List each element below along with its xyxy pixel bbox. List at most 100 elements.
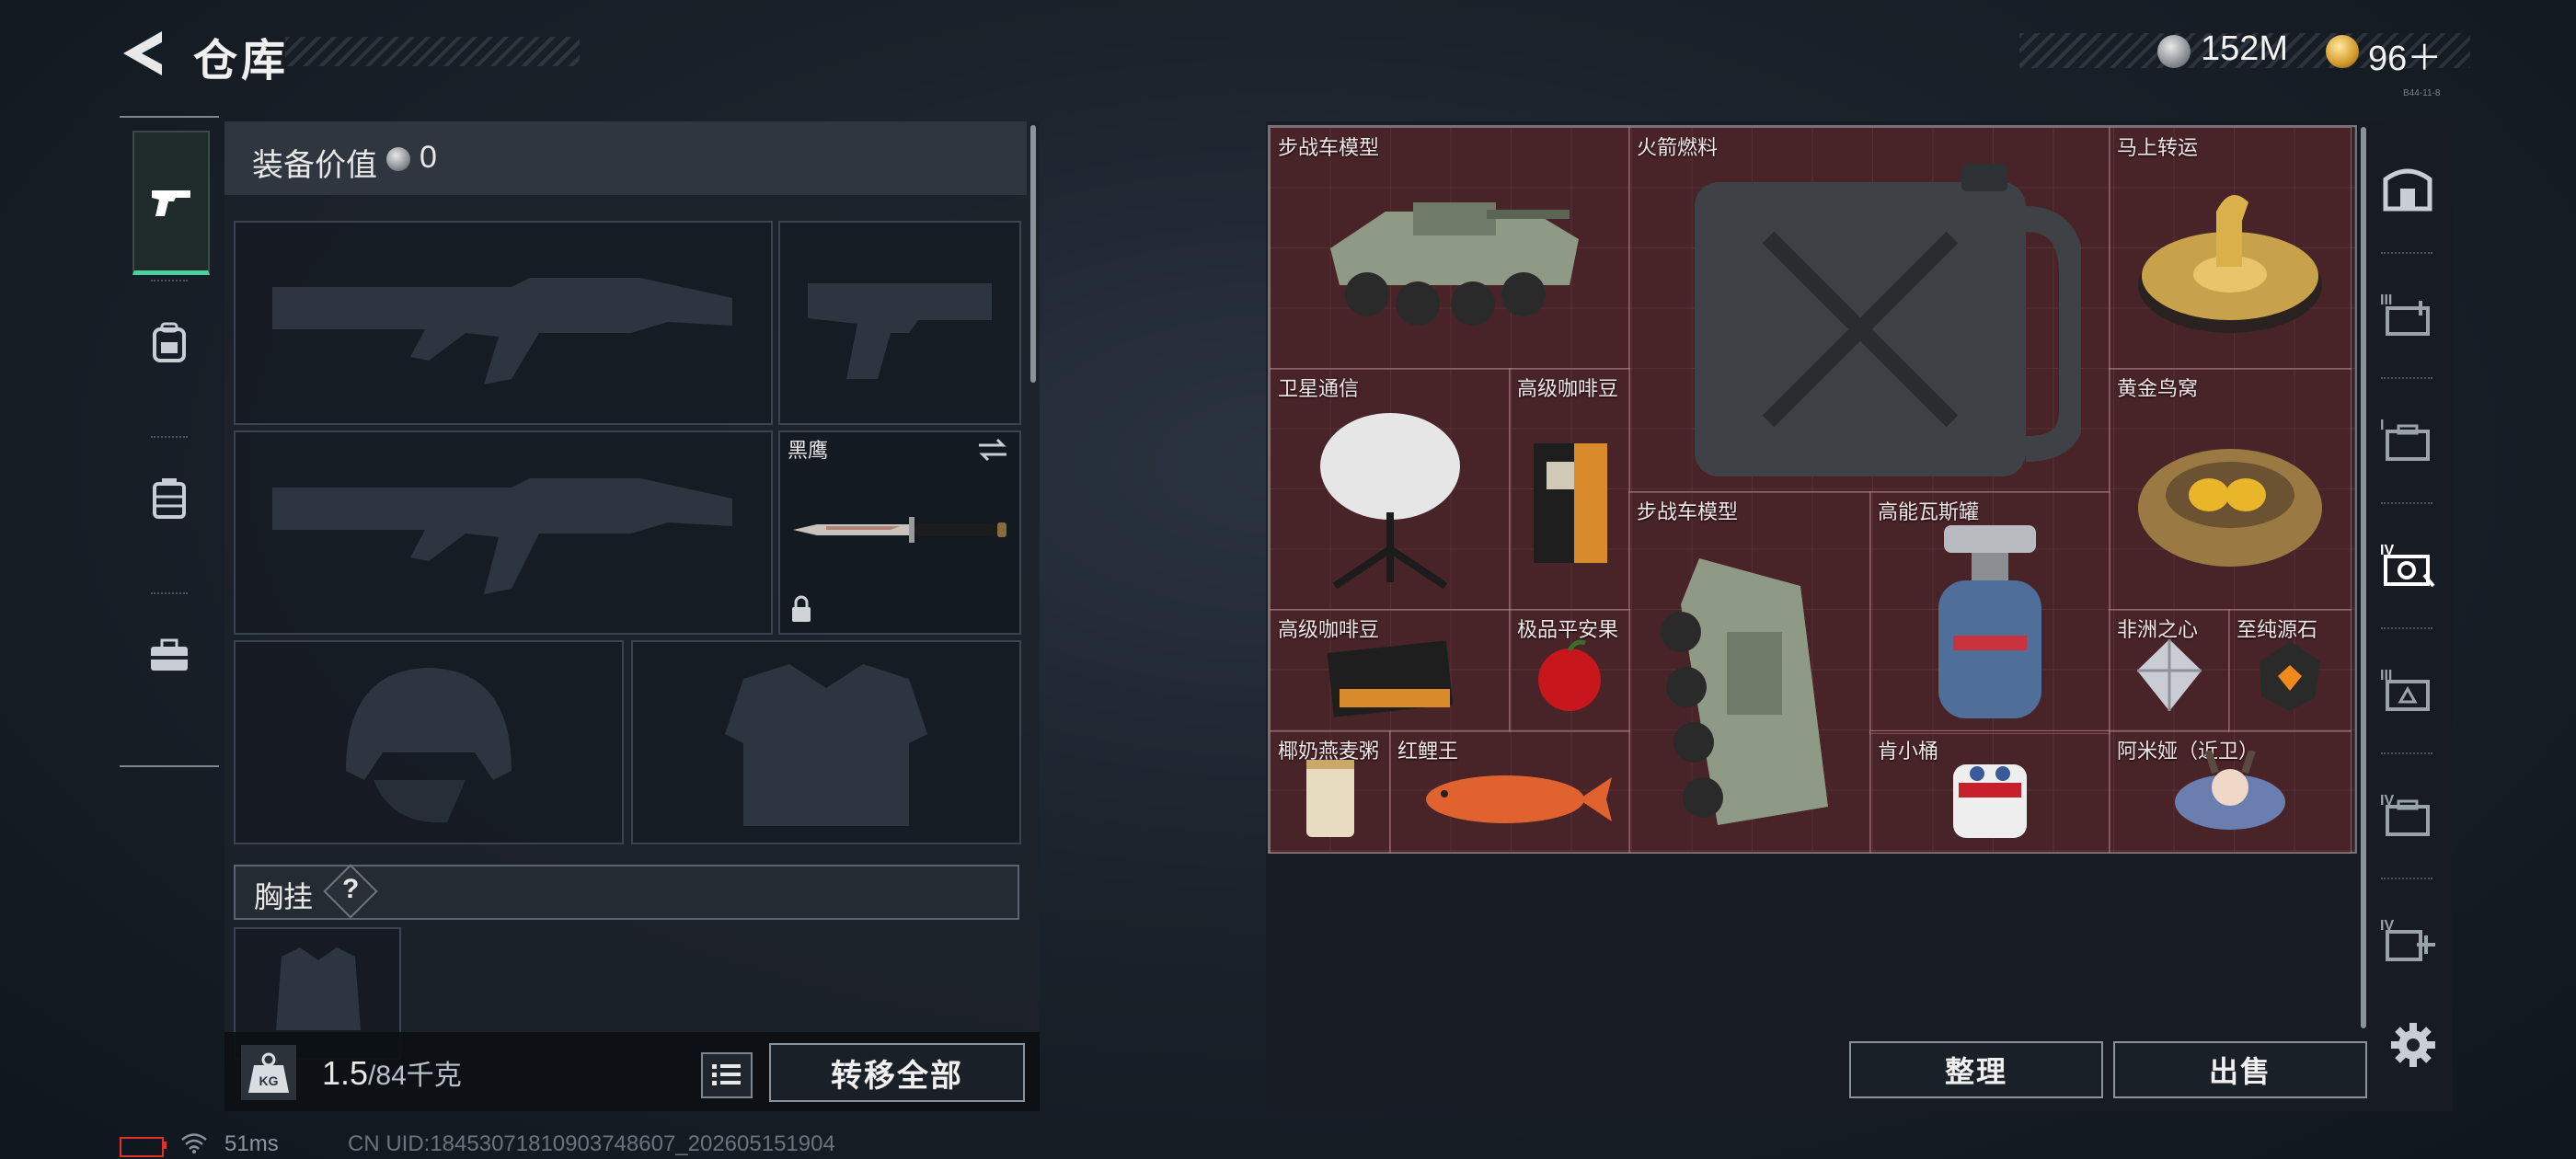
storage-item[interactable]: 卫星通信 xyxy=(1270,368,1511,611)
pistol-slot[interactable] xyxy=(778,221,1021,425)
primary-weapon-slot-1[interactable] xyxy=(234,221,773,425)
nav-safe-box[interactable] xyxy=(2375,156,2440,221)
sell-button[interactable]: 出售 xyxy=(2113,1041,2367,1098)
back-arrow-icon[interactable] xyxy=(120,28,166,79)
svg-text:I: I xyxy=(2380,418,2384,433)
weight-bar: KG 1.5/84千克 转移全部 xyxy=(224,1032,1040,1111)
nav-weapons[interactable] xyxy=(132,131,210,275)
red-carp-icon xyxy=(1426,775,1612,824)
equipment-category-nav xyxy=(120,116,219,767)
weight-kg-icon: KG xyxy=(241,1045,296,1100)
transfer-all-button[interactable]: 转移全部 xyxy=(769,1043,1025,1102)
item-label: 黄金鸟窝 xyxy=(2117,377,2199,400)
ifv-model-icon xyxy=(1661,557,1828,825)
coffee-bag-icon xyxy=(1534,443,1607,564)
level-4-add-icon: IV xyxy=(2380,918,2435,961)
level-4-storage-icon: IV xyxy=(2380,793,2430,836)
chest-rig-icon xyxy=(153,478,186,519)
storage-item[interactable]: 高级咖啡豆 xyxy=(1509,368,1630,611)
golden-nest-icon xyxy=(2138,449,2322,568)
storage-item[interactable]: 至纯源石 xyxy=(2228,609,2352,732)
nav-separator xyxy=(2381,502,2432,504)
level-1-storage-icon: I xyxy=(2380,418,2430,461)
level-3-storage-icon-b: III xyxy=(2380,668,2430,711)
rifle-silhouette-icon xyxy=(272,478,732,594)
gold-currency-value[interactable]: 96＋ xyxy=(2368,29,2442,80)
melee-weapon-slot[interactable]: 黑鹰 xyxy=(778,430,1021,635)
nav-level-4-camera-storage[interactable]: IV xyxy=(2375,532,2440,596)
equipment-value: 0 xyxy=(420,140,437,175)
nav-backpack[interactable] xyxy=(132,274,206,412)
list-view-button[interactable] xyxy=(701,1052,753,1098)
body-armor-slot[interactable] xyxy=(631,640,1021,844)
svg-text:III: III xyxy=(2380,293,2392,308)
user-uid: CN UID:18453071810903748607_202605151904 xyxy=(348,1131,835,1156)
storage-item[interactable]: 红鲤王 xyxy=(1389,730,1630,854)
lock-icon xyxy=(792,595,811,622)
item-label: 步战车模型 xyxy=(1637,500,1739,523)
oat-porridge-can-icon xyxy=(1306,760,1354,838)
gold-horse-token-icon xyxy=(2138,195,2322,334)
storage-item[interactable]: 高级咖啡豆 xyxy=(1270,609,1511,732)
weight-current: 1.5 xyxy=(322,1054,369,1092)
sort-button[interactable]: 整理 xyxy=(1849,1041,2103,1098)
toolbox-icon xyxy=(151,638,188,671)
wifi-icon xyxy=(181,1133,207,1153)
storage-item[interactable]: 黄金鸟窝 xyxy=(2109,368,2352,611)
storage-panel: 步战车模型 火箭燃料 马上转运 卫星通信 高级咖啡豆 黄金鸟窝 步战车模型 高能… xyxy=(1266,121,2453,1111)
help-question-mark: ? xyxy=(342,874,360,904)
svg-text:KG: KG xyxy=(259,1073,279,1088)
storage-item[interactable]: 极品平安果 xyxy=(1509,609,1630,732)
storage-item[interactable]: 火箭燃料 xyxy=(1628,127,2110,493)
apple-icon xyxy=(1538,639,1601,712)
nav-separator xyxy=(2381,627,2432,629)
amiya-figure-icon xyxy=(2175,751,2285,831)
storage-item[interactable]: 椰奶燕麦粥 xyxy=(1270,730,1391,854)
backpack-icon xyxy=(153,322,186,362)
nav-chest-rig[interactable] xyxy=(132,430,206,568)
nav-separator xyxy=(2381,377,2432,379)
item-label: 马上转运 xyxy=(2117,136,2199,159)
swap-icon[interactable] xyxy=(975,436,1010,464)
helmet-slot[interactable] xyxy=(234,640,624,844)
origin-stone-icon xyxy=(2260,641,2320,712)
storage-item[interactable]: 非洲之心 xyxy=(2109,609,2230,732)
item-label: 卫星通信 xyxy=(1278,377,1360,400)
satellite-dish-icon xyxy=(1320,413,1460,590)
nav-level-1-storage[interactable]: I xyxy=(2375,407,2440,471)
storage-item[interactable]: 马上转运 xyxy=(2109,127,2352,370)
weight-capacity: /84千克 xyxy=(368,1061,462,1091)
nav-level-4-storage[interactable]: IV xyxy=(2375,782,2440,846)
battery-tip xyxy=(163,1142,167,1149)
nav-separator xyxy=(2381,252,2432,254)
storage-item[interactable]: 肯小桶 xyxy=(1869,730,2110,854)
nav-level-3-storage-b[interactable]: III xyxy=(2375,657,2440,721)
settings-gear-icon[interactable] xyxy=(2387,1019,2439,1071)
armor-silhouette-icon xyxy=(725,664,927,826)
pistol-icon xyxy=(152,190,190,216)
title-decoration xyxy=(285,37,580,66)
list-icon xyxy=(712,1064,741,1085)
page-title: 仓库 xyxy=(193,37,290,86)
nav-case[interactable] xyxy=(132,587,206,725)
equipment-value-bar: 装备价值 0 xyxy=(224,121,1027,195)
item-label: 步战车模型 xyxy=(1278,136,1380,159)
storage-grid: 步战车模型 火箭燃料 马上转运 卫星通信 高级咖啡豆 黄金鸟窝 步战车模型 高能… xyxy=(1268,125,2357,854)
primary-weapon-slot-2[interactable] xyxy=(234,430,773,635)
gold-coin-icon xyxy=(2326,35,2359,68)
chest-rig-label: 胸挂 xyxy=(254,880,314,913)
pistol-silhouette-icon xyxy=(808,283,992,379)
coffee-bag-icon xyxy=(1327,640,1454,717)
storage-item[interactable]: 步战车模型 xyxy=(1270,127,1630,370)
storage-item[interactable]: 阿米娅（近卫） xyxy=(2109,730,2352,854)
nav-level-3-storage[interactable]: III xyxy=(2375,281,2440,346)
storage-item[interactable]: 步战车模型 xyxy=(1628,491,1871,854)
gas-canister-icon xyxy=(1938,525,2041,719)
level-3-storage-icon: III xyxy=(2380,293,2430,336)
silver-coin-icon xyxy=(386,147,410,171)
scrollbar[interactable] xyxy=(1030,125,1036,383)
nav-level-4-add[interactable]: IV xyxy=(2375,907,2440,971)
network-ping: 51ms xyxy=(224,1131,279,1156)
storage-item[interactable]: 高能瓦斯罐 xyxy=(1869,491,2110,734)
diamond-icon xyxy=(2137,639,2202,712)
